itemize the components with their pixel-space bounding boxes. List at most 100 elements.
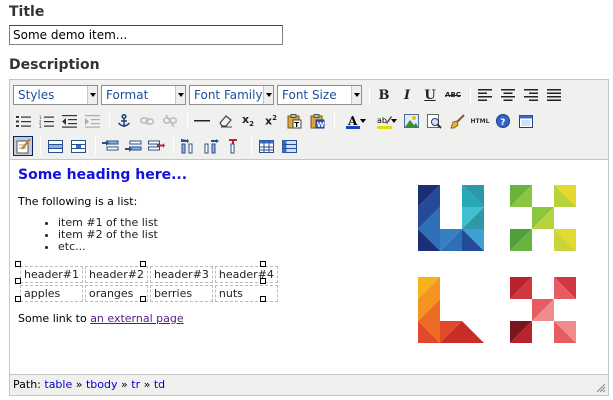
align-center-icon <box>501 89 515 101</box>
resize-handle[interactable] <box>260 296 266 302</box>
remove-format-button[interactable] <box>215 111 235 131</box>
table-cell[interactable]: oranges <box>84 285 148 302</box>
content-table[interactable]: header#1 header#2 header#3 header#4 appl… <box>18 264 280 304</box>
insert-row-after-button[interactable] <box>123 136 143 156</box>
underline-button[interactable]: U <box>420 85 440 105</box>
resize-handle[interactable] <box>260 261 266 267</box>
fullscreen-icon <box>519 114 533 128</box>
link-icon <box>140 117 154 125</box>
table-properties-button[interactable] <box>279 136 299 156</box>
title-input[interactable] <box>9 25 283 45</box>
cleanup-button[interactable] <box>447 111 467 131</box>
table-cell[interactable]: nuts <box>214 285 278 302</box>
svg-text:3: 3 <box>39 124 42 128</box>
delete-column-button[interactable] <box>224 136 244 156</box>
description-label: Description <box>9 57 100 73</box>
path-link-tr[interactable]: tr <box>131 378 140 391</box>
insert-table-button[interactable] <box>256 136 276 156</box>
anchor-button[interactable] <box>114 111 134 131</box>
logo-x-shape-red <box>510 277 576 343</box>
insert-row-before-icon <box>101 140 118 151</box>
subscript-button[interactable]: x2 <box>238 111 258 131</box>
help-button[interactable]: ? <box>493 111 513 131</box>
unlink-button[interactable] <box>160 111 180 131</box>
insert-link-button[interactable] <box>137 111 157 131</box>
visual-aid-button[interactable] <box>13 136 33 156</box>
strikethrough-button[interactable]: ABC <box>443 85 463 105</box>
table-header-cell[interactable]: header#1 <box>20 266 83 283</box>
resize-handle[interactable] <box>15 261 21 267</box>
styles-select[interactable]: Styles <box>13 85 98 105</box>
table-cell[interactable]: berries <box>149 285 213 302</box>
numbered-list-icon: 123 <box>39 115 54 128</box>
toolbar-separator <box>173 137 174 155</box>
table-header-cell[interactable]: header#3 <box>149 266 213 283</box>
font-size-select[interactable]: Font Size <box>277 85 362 105</box>
resize-handle[interactable] <box>140 296 146 302</box>
fullscreen-button[interactable] <box>516 111 536 131</box>
insert-column-after-button[interactable] <box>201 136 221 156</box>
align-center-button[interactable] <box>498 85 518 105</box>
outdent-icon <box>61 114 77 128</box>
bullet-list-button[interactable] <box>13 111 33 131</box>
resize-handle[interactable] <box>15 296 21 302</box>
svg-text:T: T <box>294 121 299 129</box>
outdent-button[interactable] <box>59 111 79 131</box>
font-family-select[interactable]: Font Family <box>189 85 274 105</box>
bullet-list-icon <box>15 115 31 127</box>
align-left-button[interactable] <box>475 85 495 105</box>
align-justify-icon <box>547 89 561 101</box>
editor-content-area[interactable]: Some heading here... The following is a … <box>10 161 608 374</box>
html-source-button[interactable]: HTML <box>470 111 490 131</box>
anchor-icon <box>117 114 131 127</box>
table-header-cell[interactable]: header#2 <box>84 266 148 283</box>
format-select[interactable]: Format <box>101 85 186 105</box>
table-properties-icon <box>281 139 297 153</box>
table-header-cell[interactable]: header#4 <box>214 266 278 283</box>
align-right-button[interactable] <box>521 85 541 105</box>
path-link-tbody[interactable]: tbody <box>86 378 118 391</box>
chevron-down-icon <box>263 86 273 104</box>
editor-toolbar: Styles Format Font Family Font Size B I … <box>10 80 608 160</box>
insert-row-before-button[interactable] <box>100 136 120 156</box>
delete-column-icon <box>229 138 237 153</box>
resize-handle[interactable] <box>260 278 266 284</box>
resize-grip-icon[interactable] <box>596 383 606 393</box>
svg-text:ab: ab <box>377 116 387 125</box>
styles-select-label: Styles <box>18 88 55 102</box>
resize-handle[interactable] <box>15 278 21 284</box>
insert-image-button[interactable] <box>401 111 421 131</box>
svg-text:?: ? <box>500 118 505 128</box>
table-icon <box>258 139 274 153</box>
toolbar-separator <box>470 86 471 104</box>
path-link-td[interactable]: td <box>154 378 165 391</box>
row-properties-button[interactable] <box>45 136 65 156</box>
bold-button[interactable]: B <box>374 85 394 105</box>
delete-row-button[interactable] <box>146 136 166 156</box>
text-color-button[interactable]: A <box>339 111 367 131</box>
insert-column-before-button[interactable] <box>178 136 198 156</box>
resize-handle[interactable] <box>140 261 146 267</box>
paste-text-button[interactable]: T <box>284 111 304 131</box>
preview-button[interactable] <box>424 111 444 131</box>
insert-column-after-icon <box>204 138 219 153</box>
preview-icon <box>426 113 442 129</box>
superscript-button[interactable]: x2 <box>261 111 281 131</box>
paste-word-button[interactable]: W <box>307 111 327 131</box>
align-justify-button[interactable] <box>544 85 564 105</box>
align-left-icon <box>478 89 492 101</box>
cell-properties-button[interactable] <box>68 136 88 156</box>
horizontal-rule-button[interactable] <box>192 111 212 131</box>
table-cell[interactable]: apples <box>20 285 83 302</box>
path-link-table[interactable]: table <box>44 378 72 391</box>
svg-text:W: W <box>316 121 324 129</box>
svg-text:A: A <box>347 114 358 128</box>
background-color-button[interactable]: ab <box>370 111 398 131</box>
horizontal-rule-icon <box>194 120 210 122</box>
italic-button[interactable]: I <box>397 85 417 105</box>
table-row: apples oranges berries nuts <box>20 285 278 302</box>
external-link[interactable]: an external page <box>90 312 183 325</box>
indent-button[interactable] <box>82 111 102 131</box>
numbered-list-button[interactable]: 123 <box>36 111 56 131</box>
highlight-color-icon: ab <box>376 115 392 129</box>
